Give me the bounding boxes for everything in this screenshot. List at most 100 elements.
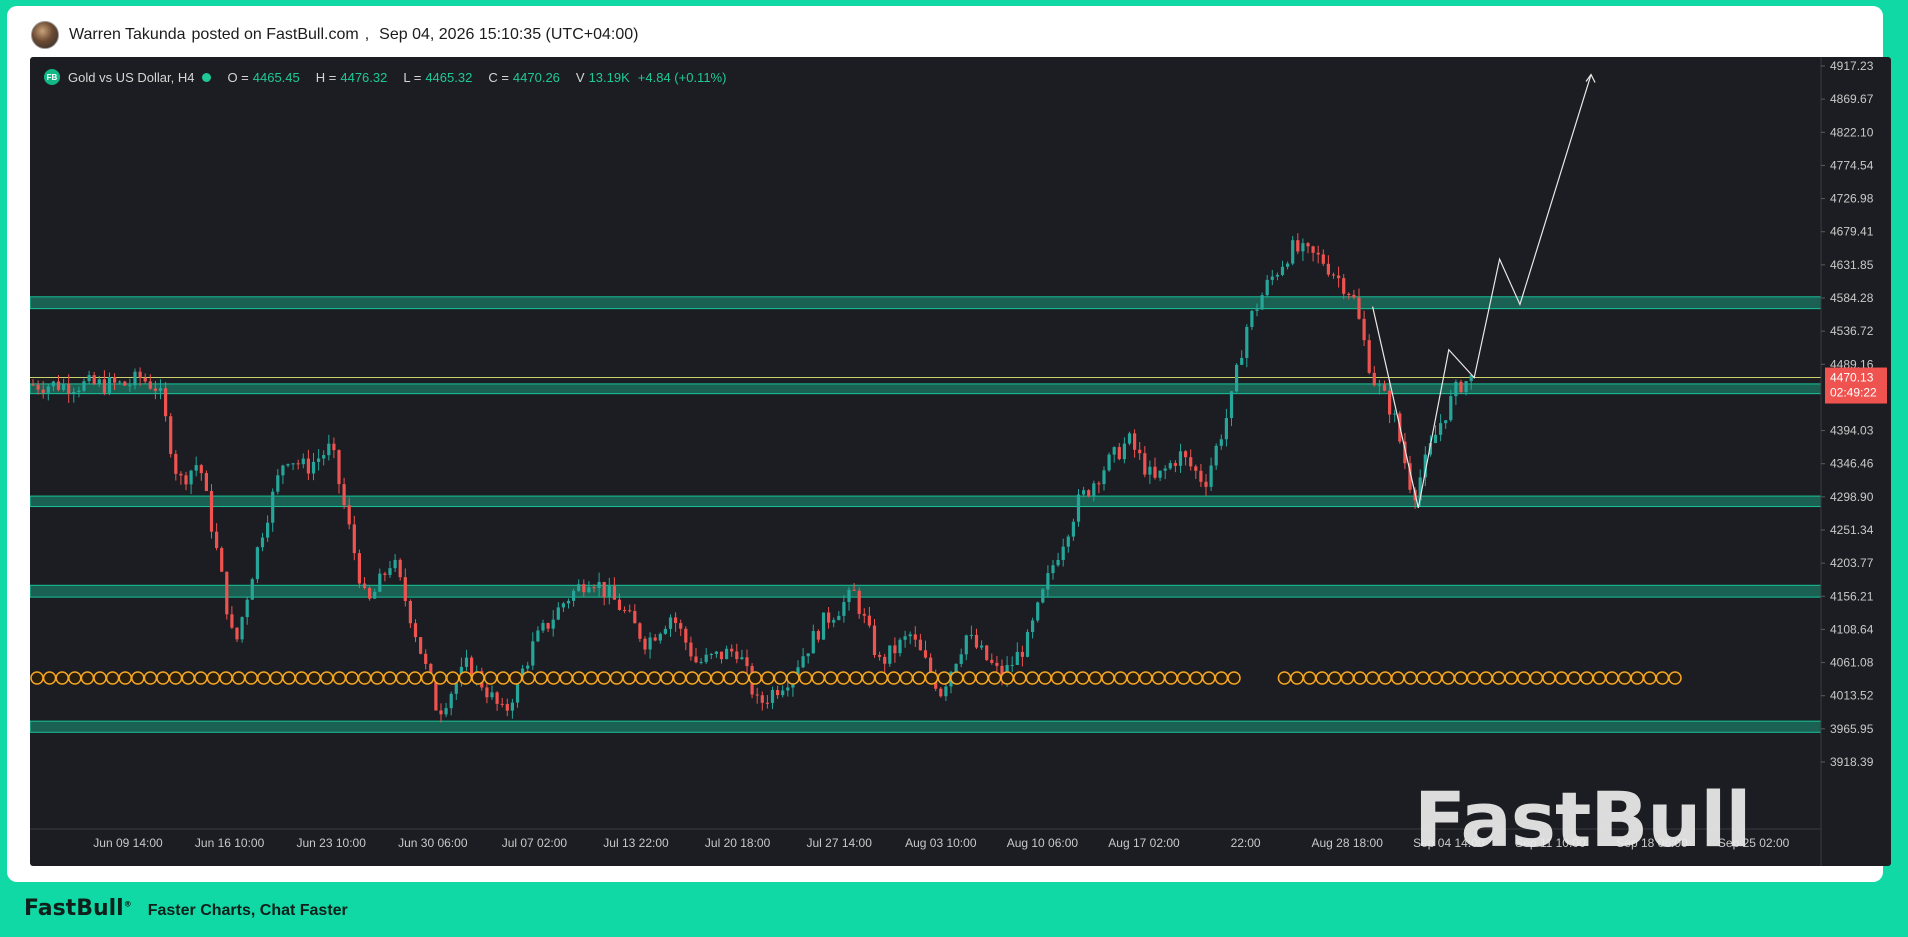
candle-body [684,628,688,643]
candle-body [551,619,555,629]
candle-body [755,694,759,696]
candle-body [1464,381,1468,393]
author-name[interactable]: Warren Takunda [69,26,186,44]
candle-body [271,491,275,523]
event-marker-icon [1391,671,1405,685]
symbol-title[interactable]: Gold vs US Dollar, H4 [68,70,194,85]
footer-logo[interactable]: FastBull® [24,896,132,921]
change-value: +4.84 (+0.11%) [637,69,727,85]
candle-body [281,465,285,476]
time-axis-label: Jun 09 14:00 [93,836,163,850]
price-axis-label: 4203.77 [1830,556,1874,570]
price-axis-label: 4536.72 [1830,324,1874,338]
event-marker-icon [446,671,460,685]
candle-body [148,381,152,389]
event-marker-icon [1290,671,1304,685]
candle-body [714,651,718,654]
candle-body [209,490,214,532]
chart-canvas[interactable]: 4917.23 4869.67 4822.10 4774.54 4726.98 4679.… [30,57,1891,866]
candle-body [980,645,984,648]
author-avatar[interactable] [31,21,59,49]
candle-body [128,385,132,387]
event-marker-icon [458,671,473,685]
candle-body [337,450,341,485]
candle-body [1301,243,1305,252]
event-marker-icon [1151,671,1166,685]
candle-body [1066,536,1070,547]
candle-body [56,381,61,390]
support-resistance-zone [30,383,1822,395]
candle-body [1280,266,1285,275]
chart-legend: FB Gold vs US Dollar, H4 O = 4465.45 H =… [44,69,726,85]
candle-body [541,623,545,631]
candle-body [444,708,448,715]
event-marker-icon [824,671,838,685]
candle-body [260,537,265,548]
event-marker-icon [534,671,548,685]
event-marker-icon [1353,671,1367,685]
candle-body [587,587,591,593]
candle-body [995,662,999,666]
price-axis-label: 4869.67 [1830,92,1874,106]
candle-body [719,651,724,660]
post-action: posted on FastBull.com [191,26,359,43]
event-marker-icon [1139,671,1153,685]
price-chart[interactable]: 4917.23 4869.67 4822.10 4774.54 4726.98 4679.… [30,57,1891,866]
candle-body [123,381,127,386]
event-marker-icon [849,671,863,685]
candle-body [760,695,764,703]
registered-mark-icon: ® [123,899,132,909]
candle-body [918,639,922,651]
candle-body [36,384,40,390]
event-marker-icon [1554,671,1569,685]
candle-body [485,687,489,698]
candle-body [1148,466,1152,475]
candle-body [857,590,861,614]
candle-body [1439,423,1443,435]
event-marker-icon [1214,671,1229,685]
event-marker-icon [1504,671,1518,685]
candle-body [225,571,229,615]
candle-body [1291,240,1295,264]
candle-body [1219,439,1223,446]
candle-body [72,392,76,394]
candle-body [1051,565,1055,574]
candle-body [852,589,856,591]
open-label: O = [227,69,249,85]
candle-body [439,710,443,715]
event-marker-icon [836,671,851,685]
event-marker-icon [496,671,510,685]
candle-body [709,653,713,655]
event-marker-icon [1542,671,1556,685]
candle-body [1321,254,1325,264]
candle-body [638,623,642,639]
candle-body [597,581,601,589]
event-marker-icon [597,671,611,685]
candle-body [378,573,382,592]
candle-body [648,637,652,650]
event-marker-icon [647,671,662,685]
candle-body [408,600,412,624]
event-marker-icon [231,671,246,685]
candle-body [1347,293,1351,295]
candle-body [1153,466,1157,478]
price-axis-label: 4298.90 [1830,490,1874,504]
post-datetime: Sep 04, 2026 15:10:35 (UTC+04:00) [379,26,639,43]
event-marker-icon [1227,671,1241,685]
candle-body [816,631,820,640]
candle-body [888,645,892,664]
candle-body [97,379,101,384]
bar-countdown-label: 02:49:22 [1830,386,1877,400]
candle-body [113,377,117,383]
event-marker-icon [206,671,221,685]
candle-body [1352,294,1356,298]
event-marker-icon [962,671,977,685]
candle-body [592,587,596,589]
candle-body [383,573,387,575]
candle-body [1306,243,1310,247]
candle-body [470,657,474,677]
candle-body [179,473,183,476]
candle-body [352,524,356,554]
candle-body [1010,664,1014,666]
candle-body [1107,454,1111,471]
